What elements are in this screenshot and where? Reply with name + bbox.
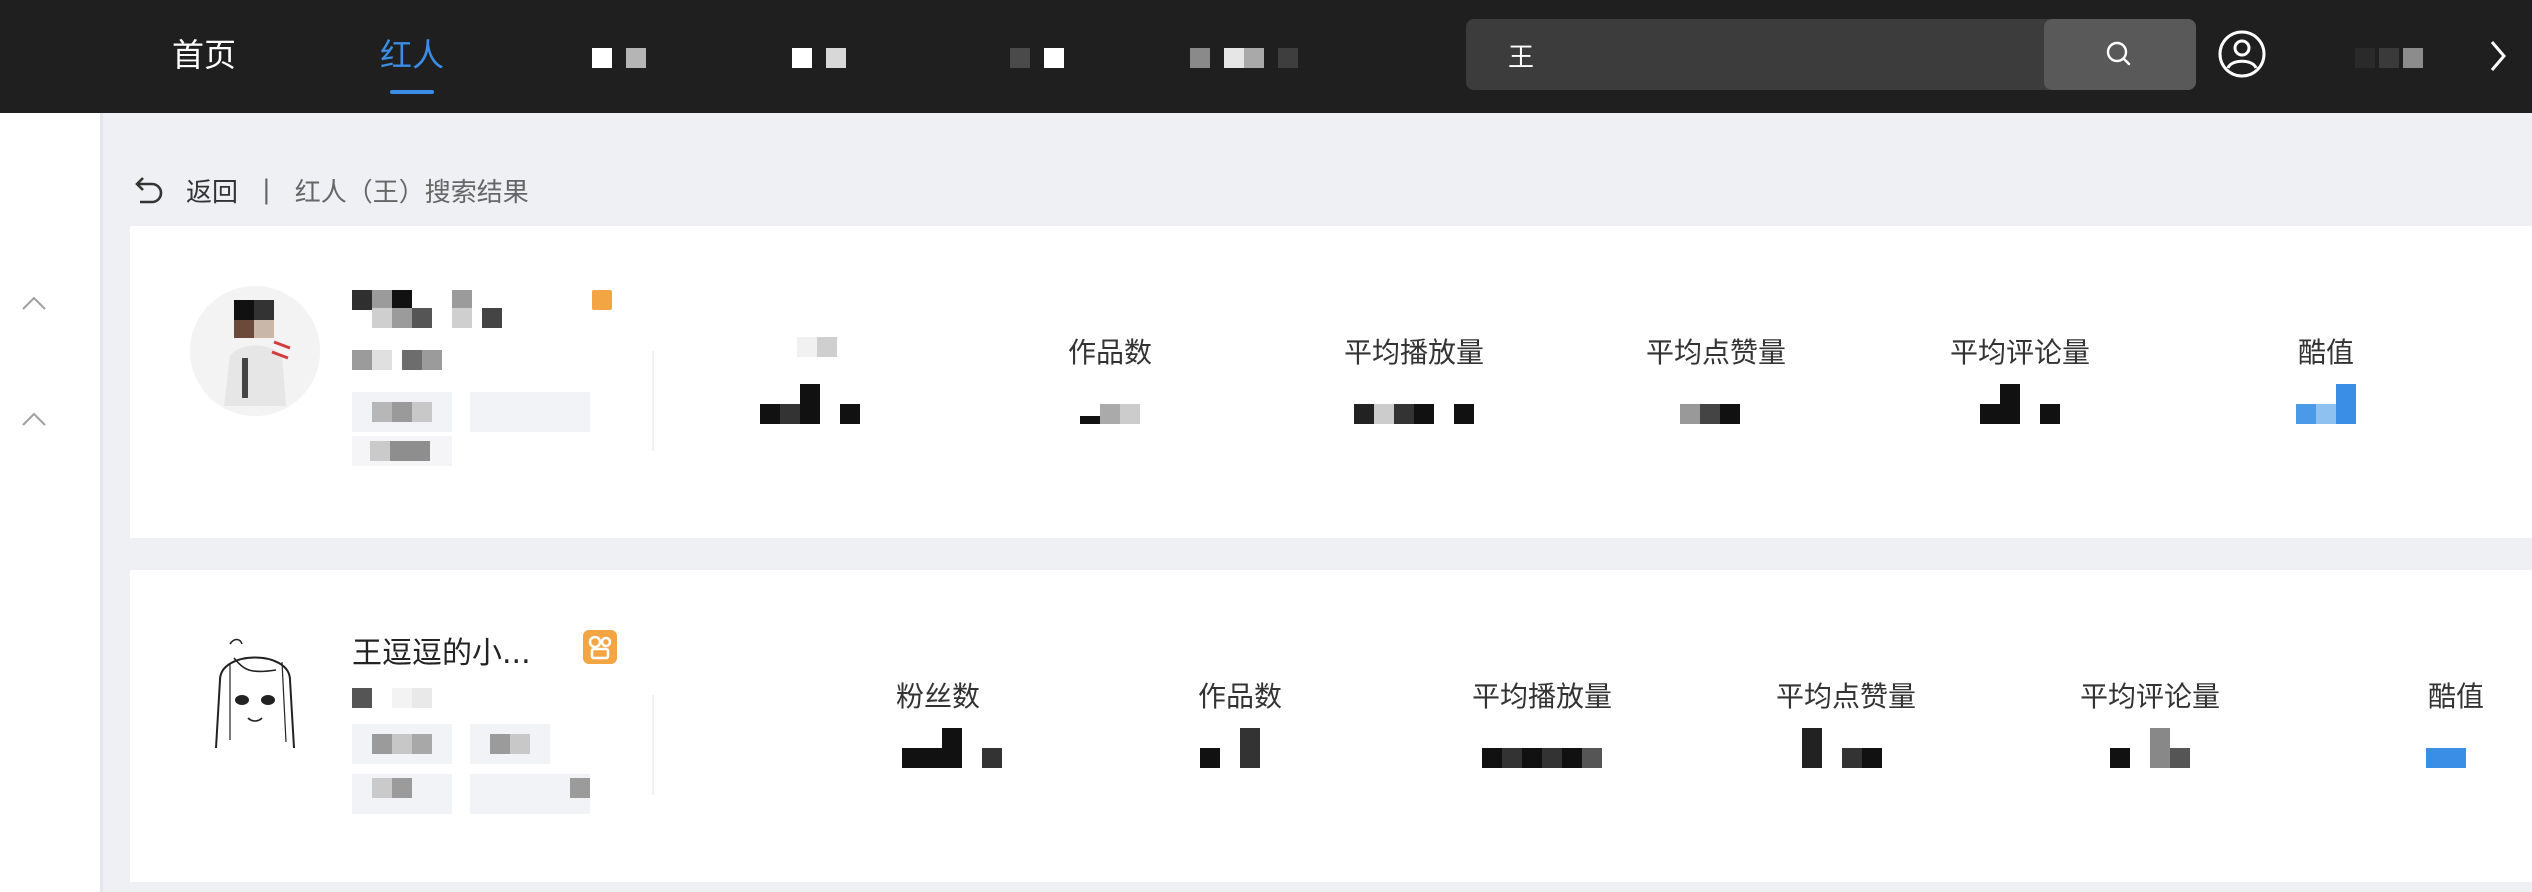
avg-plays-label: 平均播放量 (1343, 336, 1485, 369)
search-button[interactable] (2044, 19, 2196, 90)
chevron-right-icon[interactable] (2484, 36, 2512, 76)
avg-comments-obscured (2110, 728, 2190, 768)
avatar[interactable] (190, 286, 320, 416)
back-link[interactable]: 返回 (186, 172, 238, 209)
platform-badge (583, 630, 617, 664)
avatar[interactable] (190, 630, 320, 760)
nav-tab-obscured-1[interactable] (592, 48, 646, 68)
avg-likes-label: 平均点赞量 (1775, 680, 1917, 713)
fans-count-obscured (760, 384, 860, 424)
nav-tab-obscured-2[interactable] (792, 48, 846, 68)
score-value-obscured (2296, 384, 2356, 424)
search-box (1466, 19, 2196, 92)
search-input[interactable] (1506, 19, 2060, 92)
fans-label-obscured (797, 331, 837, 364)
avg-plays-obscured (1482, 728, 1602, 768)
score-value-obscured (2426, 728, 2466, 768)
avg-comments-obscured (1980, 384, 2060, 424)
nav-tab-obscured-3[interactable] (1010, 48, 1064, 68)
breadcrumb: 返回 | 红人（王）搜索结果 (130, 168, 529, 212)
works-count-obscured (1200, 728, 1260, 768)
influencer-name[interactable]: 王逗逗的小... (352, 628, 531, 672)
result-card[interactable]: 作品数 平均播放量 平均点赞量 平均评论量 酷值 (130, 226, 2532, 538)
back-arrow-icon[interactable] (130, 172, 166, 208)
works-label: 作品数 (1067, 336, 1153, 369)
nav-tab-influencers-label: 红人 (380, 36, 445, 74)
works-label: 作品数 (1197, 680, 1283, 713)
chevron-up-icon[interactable] (21, 411, 47, 427)
influencer-meta-obscured (352, 688, 592, 828)
page-title: 红人（王）搜索结果 (294, 177, 529, 208)
breadcrumb-separator: | (262, 175, 271, 205)
avg-comments-label: 平均评论量 (2079, 680, 2221, 713)
avg-plays-label: 平均播放量 (1471, 680, 1613, 713)
nav-tab-obscured-4[interactable] (1190, 48, 1298, 68)
platform-badge (592, 290, 612, 310)
avg-likes-obscured (1802, 728, 1882, 768)
nav-tab-home[interactable]: 首页 (172, 30, 236, 80)
result-card[interactable]: 王逗逗的小... 粉丝数 作品数 平均播放量 平均点赞量 平均评论量 酷值 (130, 570, 2532, 882)
left-rail (0, 113, 100, 892)
works-count-obscured (1080, 384, 1140, 424)
avg-plays-obscured (1354, 384, 1474, 424)
avg-comments-label: 平均评论量 (1949, 336, 2091, 369)
search-icon (2106, 41, 2131, 66)
avg-likes-label: 平均点赞量 (1645, 336, 1787, 369)
card-divider (652, 695, 654, 795)
avg-likes-obscured (1680, 384, 1740, 424)
user-circle-icon[interactable] (2217, 29, 2267, 79)
fans-label: 粉丝数 (895, 680, 981, 713)
score-label: 酷值 (2427, 680, 2485, 713)
card-divider (652, 351, 654, 451)
tag-obscured (352, 436, 452, 466)
active-tab-indicator (390, 90, 434, 94)
fans-count-obscured (902, 728, 1002, 768)
nav-tab-influencers[interactable]: 红人 (380, 30, 445, 94)
chevron-up-icon[interactable] (21, 295, 47, 311)
user-menu-obscured[interactable] (2355, 48, 2423, 68)
influencer-name-obscured[interactable] (352, 290, 590, 432)
rail-divider (100, 113, 103, 892)
score-label: 酷值 (2297, 336, 2355, 369)
top-nav-bar: 首页 红人 (0, 0, 2532, 113)
